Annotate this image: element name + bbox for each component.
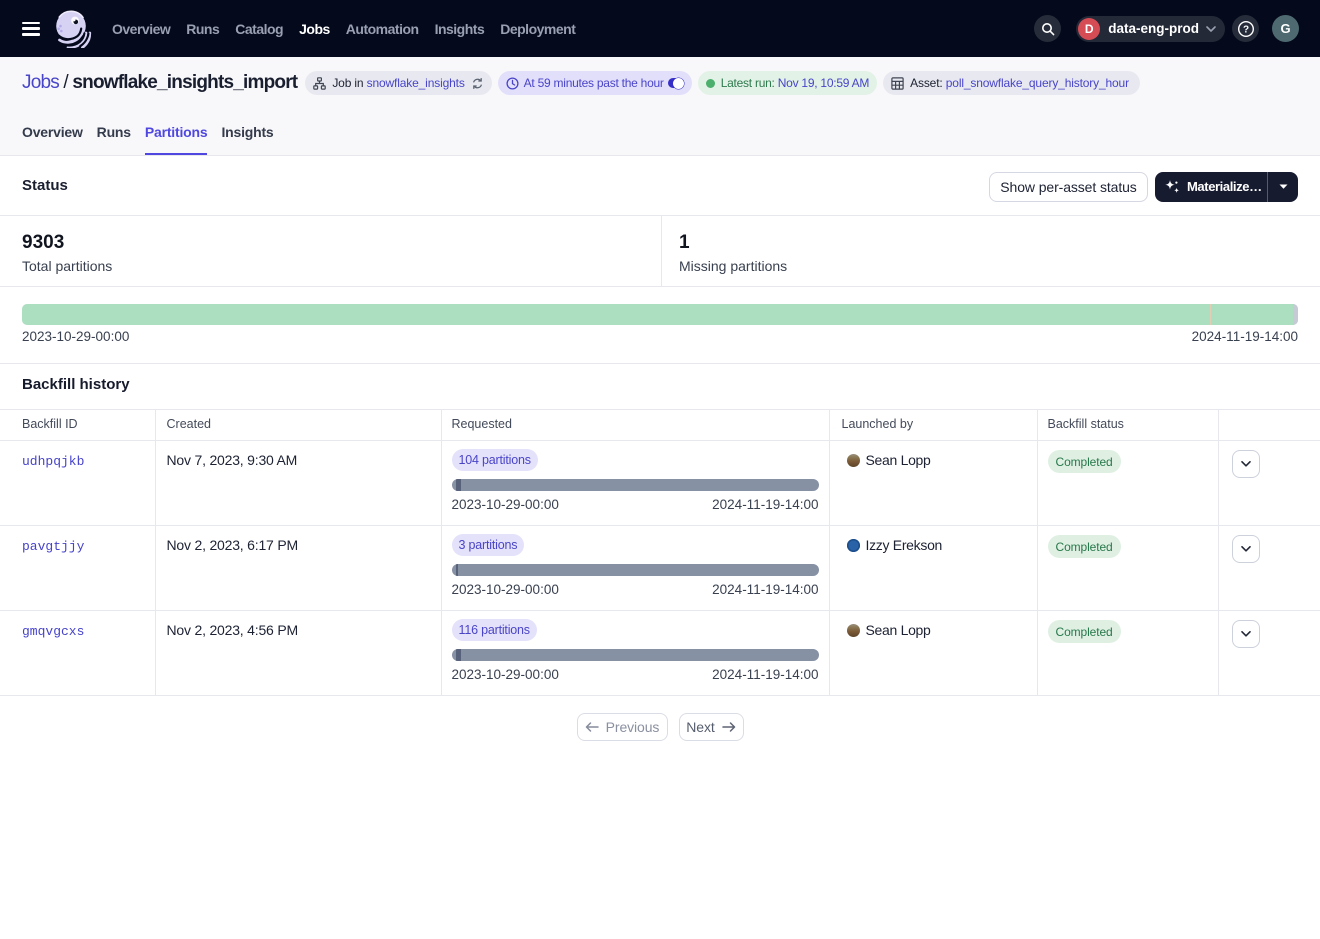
svg-text:?: ? [1242,24,1248,35]
